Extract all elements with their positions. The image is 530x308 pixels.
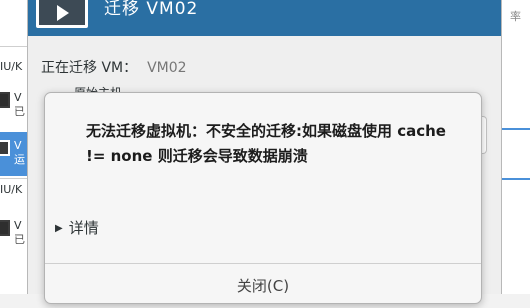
error-message: 无法迁移虚拟机：不安全的迁移:如果磁盘使用 cache != none 则迁移会… <box>86 122 446 165</box>
bg-selection-line <box>500 178 530 180</box>
bg-column-header: 率 <box>510 10 521 23</box>
bg-vm-status: 已 <box>14 233 25 246</box>
details-label: 详情 <box>68 219 99 237</box>
bg-vm-name: V <box>14 91 22 104</box>
vm-icon <box>0 140 10 156</box>
bg-right-column <box>500 0 530 294</box>
vm-icon <box>0 220 10 236</box>
migrate-dialog-title: 迁移 VM02 <box>104 0 199 19</box>
migrating-label: 正在迁移 VM： <box>41 60 138 76</box>
bg-vm-name: V <box>14 219 22 232</box>
bg-path-label: IU/K <box>0 60 23 73</box>
bg-vm-name: V <box>14 139 22 152</box>
bg-divider <box>0 178 30 179</box>
bg-path-label-2: IU/K <box>0 183 23 196</box>
bg-vm-status: 运 <box>14 153 25 166</box>
vm-icon <box>0 92 10 108</box>
migrating-vm-row: 正在迁移 VM： VM02 <box>41 57 187 77</box>
migrate-titlebar: 迁移 VM02 <box>28 0 501 36</box>
play-icon <box>57 5 69 21</box>
details-expander[interactable]: ▶ 详情 <box>55 217 99 238</box>
bg-divider <box>0 46 30 47</box>
migrating-vm-name: VM02 <box>147 60 187 76</box>
bg-selection-line <box>500 128 530 130</box>
expander-arrow-icon: ▶ <box>55 223 63 234</box>
close-button[interactable]: 关闭(C) <box>45 264 481 303</box>
bg-vm-status: 已 <box>14 105 25 118</box>
vm-monitor-icon <box>36 0 88 28</box>
error-dialog: 无法迁移虚拟机：不安全的迁移:如果磁盘使用 cache != none 则迁移会… <box>44 92 482 304</box>
